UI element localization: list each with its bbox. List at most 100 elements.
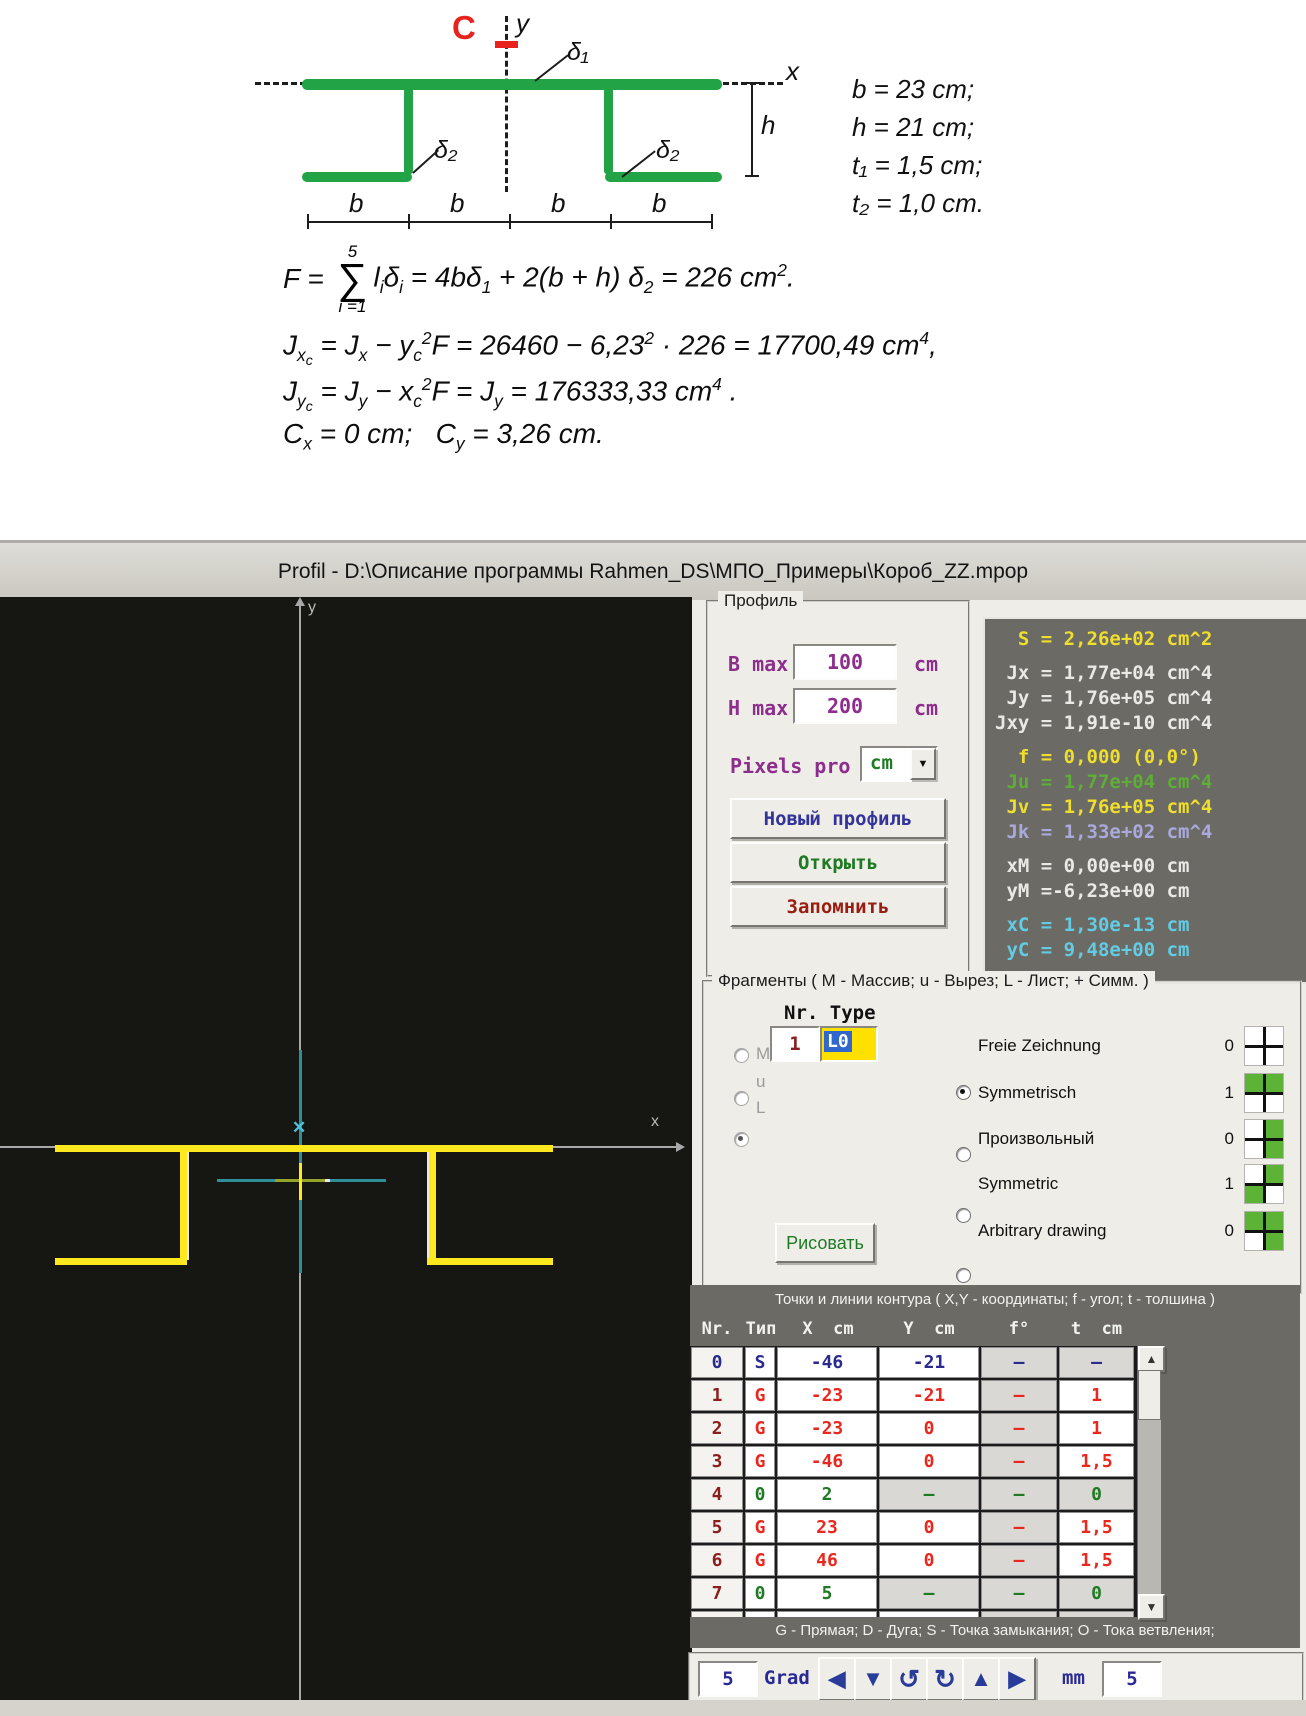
cell-nr: 2	[691, 1413, 743, 1444]
cell-t[interactable]: 1,5	[1059, 1446, 1134, 1477]
title-bar[interactable]: Profil - D:\Описание программы Rahmen_DS…	[0, 540, 1306, 600]
cell-x[interactable]: -46	[777, 1446, 877, 1477]
cell-x[interactable]: 46	[777, 1545, 877, 1576]
cell-t[interactable]: 1	[1059, 1413, 1134, 1444]
b-dim-tick	[711, 214, 713, 229]
cell-x[interactable]: -23	[777, 1380, 877, 1411]
cell-f: –	[981, 1545, 1057, 1576]
move-right-button[interactable]	[998, 1657, 1036, 1701]
scroll-thumb[interactable]	[1138, 1370, 1161, 1420]
move-left-button[interactable]	[818, 1657, 856, 1701]
move-down-button[interactable]	[854, 1657, 892, 1701]
table-row[interactable]: 7 0 5 – – 0	[691, 1578, 1137, 1609]
cell-tip[interactable]: S	[745, 1347, 775, 1378]
table-row[interactable]: 3 G -46 0 – 1,5	[691, 1446, 1137, 1477]
profil-group-label: Профиль	[718, 591, 803, 611]
save-button[interactable]: Запомнить	[730, 886, 946, 927]
cell-f: –	[981, 1413, 1057, 1444]
cell-t[interactable]: 1	[1059, 1380, 1134, 1411]
hmax-input[interactable]: 200	[793, 688, 897, 724]
fragment-nr-input[interactable]: 1	[770, 1026, 820, 1062]
profile-left-web-edge	[187, 1152, 189, 1260]
cell-x[interactable]: -23	[777, 1413, 877, 1444]
move-up-button[interactable]	[962, 1657, 1000, 1701]
cell-x[interactable]: -46	[777, 1347, 877, 1378]
cell-x[interactable]: 5	[777, 1578, 877, 1609]
radio-symmetrisch[interactable]	[956, 1147, 971, 1162]
cell-y[interactable]: 0	[879, 1512, 979, 1543]
cell-f: –	[981, 1512, 1057, 1543]
draw-button[interactable]: Рисовать	[775, 1223, 875, 1263]
fragment-type-input[interactable]: L0	[820, 1026, 878, 1062]
cell-y[interactable]: -21	[879, 1380, 979, 1411]
cell-y[interactable]: 0	[879, 1446, 979, 1477]
cell-t[interactable]: 1,5	[1059, 1512, 1134, 1543]
b-label-1: b	[349, 188, 363, 219]
b-dim-tick	[610, 214, 612, 229]
cell-tip[interactable]: G	[745, 1446, 775, 1477]
x-axis-arrow-icon	[676, 1142, 685, 1152]
mm-input[interactable]: 5	[1102, 1661, 1162, 1697]
cell-y[interactable]: -21	[879, 1347, 979, 1378]
radio-symmetric[interactable]	[956, 1268, 971, 1283]
scroll-up-button[interactable]	[1138, 1346, 1165, 1372]
result-Jy: Jy = 1,76e+05 cm^4	[995, 686, 1306, 711]
table-row[interactable]: 6 G 46 0 – 1,5	[691, 1545, 1137, 1576]
cell-f: –	[981, 1347, 1057, 1378]
units-dropdown-button[interactable]: ▼	[910, 748, 936, 780]
cell-tip[interactable]: G	[745, 1545, 775, 1576]
cell-nr: 7	[691, 1578, 743, 1609]
table-row[interactable]: 1 G -23 -21 – 1	[691, 1380, 1137, 1411]
formula-Jyc: Jyc = Jy − xc2F = Jy = 176333,33 cm4 .	[283, 374, 737, 414]
radio-proizvolny-count: 0	[1204, 1129, 1234, 1149]
param-t1: t₁ = 1,5 cm;	[852, 146, 984, 184]
cell-f: –	[981, 1479, 1057, 1510]
cell-f: –	[981, 1578, 1057, 1609]
table-row[interactable]: 5 G 23 0 – 1,5	[691, 1512, 1137, 1543]
cell-t[interactable]: 1,5	[1059, 1545, 1134, 1576]
table-row[interactable]: 0 S -46 -21 – –	[691, 1347, 1137, 1378]
parameters-block: b = 23 cm; h = 21 cm; t₁ = 1,5 cm; t₂ = …	[852, 70, 984, 222]
table-row[interactable]: 4 0 2 – – 0	[691, 1479, 1137, 1510]
units-dropdown[interactable]: cm ▼	[860, 746, 938, 782]
new-profile-button[interactable]: Новый профиль	[730, 798, 946, 839]
cell-tip[interactable]: 0	[745, 1578, 775, 1609]
col-header-x: X cm	[778, 1319, 878, 1339]
table-row[interactable]: 2 G -23 0 – 1	[691, 1413, 1137, 1444]
scroll-down-button[interactable]	[1138, 1594, 1165, 1620]
cell-tip[interactable]: G	[745, 1512, 775, 1543]
col-header-f: f°	[980, 1319, 1058, 1339]
figure-right-web	[604, 88, 613, 174]
canvas-y-axis-label: y	[308, 599, 316, 617]
bottom-toolbar: 5 Grad mm 5	[688, 1652, 1304, 1706]
drawing-canvas[interactable]: y x	[0, 597, 692, 1700]
cell-tip[interactable]: 0	[745, 1479, 775, 1510]
cell-x[interactable]: 2	[777, 1479, 877, 1510]
cell-tip[interactable]: G	[745, 1380, 775, 1411]
rotate-ccw-button[interactable]	[890, 1657, 928, 1701]
radio-proizvolny-label: Произвольный	[978, 1129, 1094, 1149]
cell-y[interactable]: 0	[879, 1545, 979, 1576]
b-dim-tick	[509, 214, 511, 229]
radio-freie-zeichnung[interactable]	[956, 1085, 971, 1100]
radio-proizvolny[interactable]	[956, 1208, 971, 1223]
cell-y: –	[879, 1479, 979, 1510]
h-dim-top-tick	[745, 82, 759, 84]
param-b: b = 23 cm;	[852, 70, 984, 108]
results-panel: S = 2,26e+02 cm^2 Jx = 1,77e+04 cm^4 Jy …	[983, 617, 1306, 984]
grad-input[interactable]: 5	[698, 1661, 758, 1697]
radio-freie-zeichnung-count: 0	[1204, 1036, 1234, 1056]
cell-y[interactable]: 0	[879, 1413, 979, 1444]
cell-tip[interactable]: G	[745, 1413, 775, 1444]
table-scrollbar[interactable]	[1138, 1346, 1161, 1616]
centroid-tick-icon	[495, 41, 518, 48]
symmetry-icon-right	[1244, 1119, 1284, 1159]
bmax-input[interactable]: 100	[793, 644, 897, 680]
open-button[interactable]: Открыть	[730, 842, 946, 883]
contour-table-panel: Точки и линии контура ( X,Y - координаты…	[690, 1285, 1300, 1648]
cell-x[interactable]: 23	[777, 1512, 877, 1543]
rotate-cw-button[interactable]	[926, 1657, 964, 1701]
result-Jv: Jv = 1,76e+05 cm^4	[995, 795, 1306, 820]
units-dropdown-value: cm	[870, 752, 893, 774]
col-header-nr: Nr.	[690, 1319, 744, 1339]
